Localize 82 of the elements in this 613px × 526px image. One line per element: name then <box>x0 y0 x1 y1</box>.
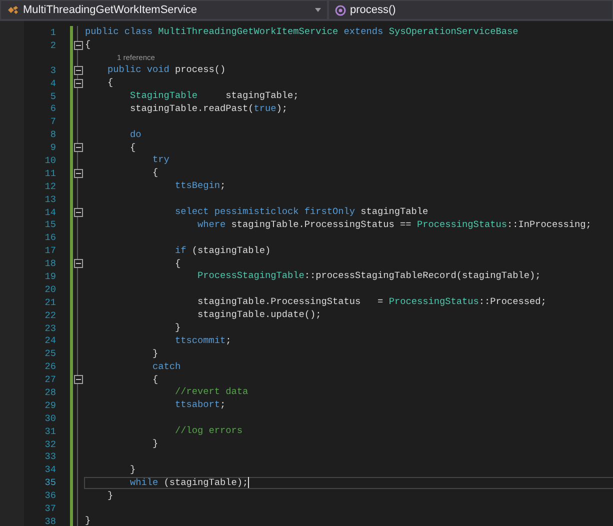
code-line: } <box>106 490 114 502</box>
line-number: 36 <box>44 490 57 502</box>
code-line: try <box>152 154 170 166</box>
code-line: if (stagingTable) <box>174 244 272 257</box>
line-number: 37 <box>44 503 57 514</box>
line-number: 35 <box>44 477 57 488</box>
line-number: 8 <box>49 129 57 140</box>
line-number: 26 <box>44 361 57 372</box>
line-number: 12 <box>44 180 57 192</box>
line-number: 31 <box>44 426 57 437</box>
line-number: 24 <box>44 335 57 346</box>
collapse-icon[interactable] <box>74 168 82 178</box>
code-line: public class MultiThreadingGetWorkItemService extends SysOperationServiceBase <box>84 26 520 38</box>
code-line: //log errors <box>174 425 244 438</box>
code-line: StagingTable stagingTable; <box>129 90 300 102</box>
code-line: stagingTable.update(); <box>196 309 322 322</box>
collapse-icon[interactable] <box>74 208 82 217</box>
code-line: { <box>129 142 137 154</box>
code-line: public void process() <box>106 64 227 76</box>
line-number: 38 <box>44 516 57 526</box>
line-number: 20 <box>44 284 57 295</box>
line-number: 16 <box>44 232 57 244</box>
line-number: 18 <box>44 258 57 270</box>
line-number: 6 <box>49 103 57 114</box>
collapse-icon[interactable] <box>74 78 82 88</box>
method-icon <box>335 4 346 16</box>
code-line: while (stagingTable); <box>84 476 613 489</box>
line-number: 22 <box>44 310 57 321</box>
line-number: 34 <box>44 464 57 476</box>
code-line: } <box>129 464 137 476</box>
code-line: ProcessStagingTable::processStagingTableRecord(stagingTable); <box>196 270 542 282</box>
line-number: 11 <box>44 168 57 179</box>
line-number: 15 <box>44 219 57 230</box>
code-line: stagingTable.ProcessingStatus = ProcessingStatus::Processed; <box>196 296 548 308</box>
line-number: 25 <box>44 348 57 360</box>
line-number: 32 <box>44 438 57 450</box>
code-line: //revert data <box>174 386 250 398</box>
line-number: 30 <box>44 412 57 424</box>
caret-icon <box>315 8 321 12</box>
collapse-icon[interactable] <box>74 66 82 75</box>
collapse-icon[interactable] <box>74 143 82 152</box>
code-line: stagingTable.readPast(true); <box>129 102 289 115</box>
code-line: ttsabort; <box>174 399 227 412</box>
code-line: { <box>152 167 160 180</box>
line-number: 21 <box>44 296 57 308</box>
line-number: 5 <box>49 90 57 102</box>
line-number: 13 <box>44 194 57 205</box>
collapse-icon[interactable] <box>74 40 82 50</box>
line-number: 3 <box>49 64 57 76</box>
line-number: 28 <box>44 386 57 398</box>
code-line: { <box>84 39 92 52</box>
line-number: 7 <box>49 116 57 128</box>
code-line: { <box>174 258 182 270</box>
code-line: { <box>106 77 114 90</box>
code-line: { <box>152 374 160 386</box>
code-line: } <box>174 322 182 334</box>
line-number: 14 <box>44 206 57 218</box>
code-line: } <box>152 438 160 450</box>
line-number: 19 <box>44 270 57 282</box>
line-number: 29 <box>44 400 57 411</box>
line-number: 2 <box>49 40 57 51</box>
code-line: } <box>152 348 160 360</box>
line-number: 1 <box>49 26 57 38</box>
collapse-icon[interactable] <box>74 259 82 268</box>
line-number: 9 <box>49 142 57 154</box>
class-icon <box>7 5 19 15</box>
line-number: 4 <box>49 78 57 89</box>
code-line: where stagingTable.ProcessingStatus == ProcessingStatus::InProcessing; <box>196 218 592 231</box>
code-line: do <box>129 128 142 141</box>
code-line: select pessimisticlock firstOnly stagingTable <box>174 206 430 218</box>
code-line: ttsBegin; <box>174 180 227 192</box>
line-number: 23 <box>44 322 57 334</box>
line-number: 10 <box>44 154 57 166</box>
line-number: 17 <box>44 245 57 256</box>
collapse-icon[interactable] <box>74 375 82 384</box>
line-number: 27 <box>44 374 57 386</box>
line-number: 33 <box>44 451 57 462</box>
type-dropdown[interactable]: MultiThreadingGetWorkItemService <box>0 0 328 20</box>
code-line: } <box>84 515 92 526</box>
member-dropdown[interactable]: process() <box>328 0 613 20</box>
code-line: ttscommit; <box>174 334 232 347</box>
code-line: catch <box>152 360 182 373</box>
